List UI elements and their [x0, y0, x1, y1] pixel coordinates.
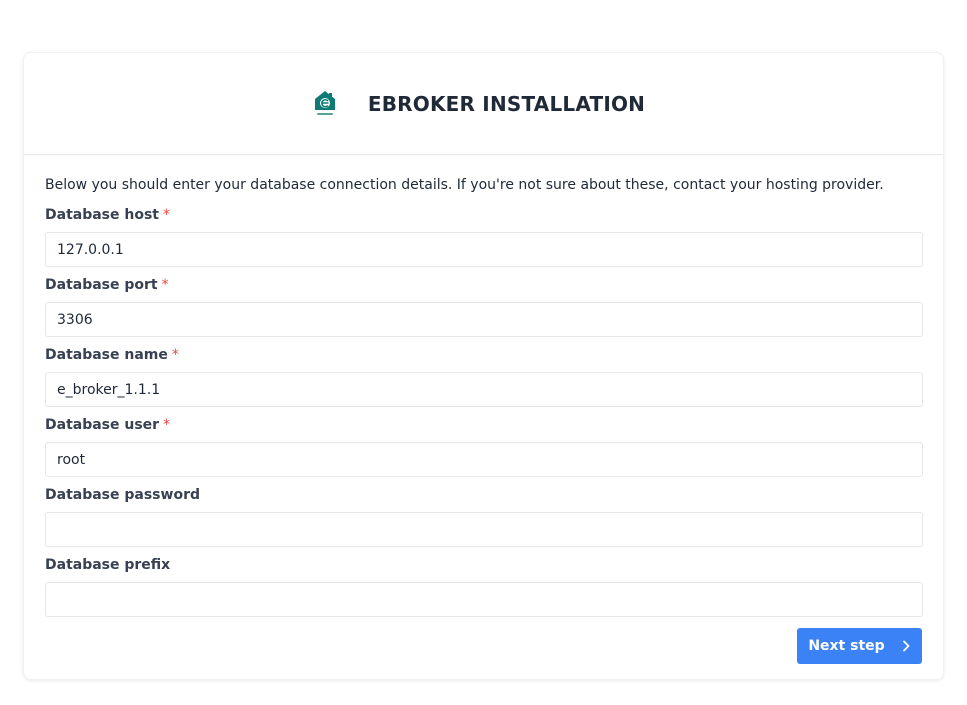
field-label: Database prefix — [45, 557, 922, 574]
field-label-text: Database name — [45, 347, 168, 363]
ebroker-logo-icon — [314, 90, 336, 118]
database-password-input[interactable] — [45, 512, 923, 547]
field-label: Database user * — [45, 417, 922, 434]
field-database-password: Database password — [45, 487, 923, 547]
required-marker: * — [163, 417, 171, 433]
field-database-name: Database name * — [45, 347, 923, 407]
required-marker: * — [163, 207, 170, 223]
field-label: Database host * — [45, 207, 922, 224]
required-marker: * — [161, 277, 169, 293]
card-body: Below you should enter your database con… — [24, 155, 943, 664]
field-label-text: Database host — [45, 207, 159, 223]
field-database-user: Database user * — [45, 417, 923, 477]
next-step-label: Next step — [808, 638, 885, 654]
database-user-input[interactable] — [45, 442, 923, 477]
field-database-port: Database port * — [45, 277, 923, 337]
field-label-text: Database password — [45, 487, 200, 503]
field-label-text: Database user — [45, 417, 160, 433]
database-prefix-input[interactable] — [45, 582, 923, 617]
page-title: EBROKER INSTALLATION — [367, 91, 646, 116]
card-header: EBROKER INSTALLATION — [24, 53, 943, 155]
installation-card: EBROKER INSTALLATION Below you should en… — [23, 52, 944, 680]
next-step-button[interactable]: Next step — [797, 628, 922, 664]
database-name-input[interactable] — [45, 372, 923, 407]
field-label-text: Database prefix — [45, 557, 171, 573]
field-database-prefix: Database prefix — [45, 557, 923, 617]
field-database-host: Database host * — [45, 207, 923, 267]
field-label: Database port * — [45, 277, 922, 294]
required-marker: * — [171, 347, 179, 363]
chevron-right-icon — [901, 640, 911, 652]
database-host-input[interactable] — [45, 232, 923, 267]
form-actions: Next step — [45, 628, 922, 664]
field-label: Database password — [45, 487, 922, 504]
intro-text: Below you should enter your database con… — [45, 177, 884, 193]
database-port-input[interactable] — [45, 302, 923, 337]
field-label-text: Database port — [45, 277, 158, 293]
field-label: Database name * — [45, 347, 922, 364]
